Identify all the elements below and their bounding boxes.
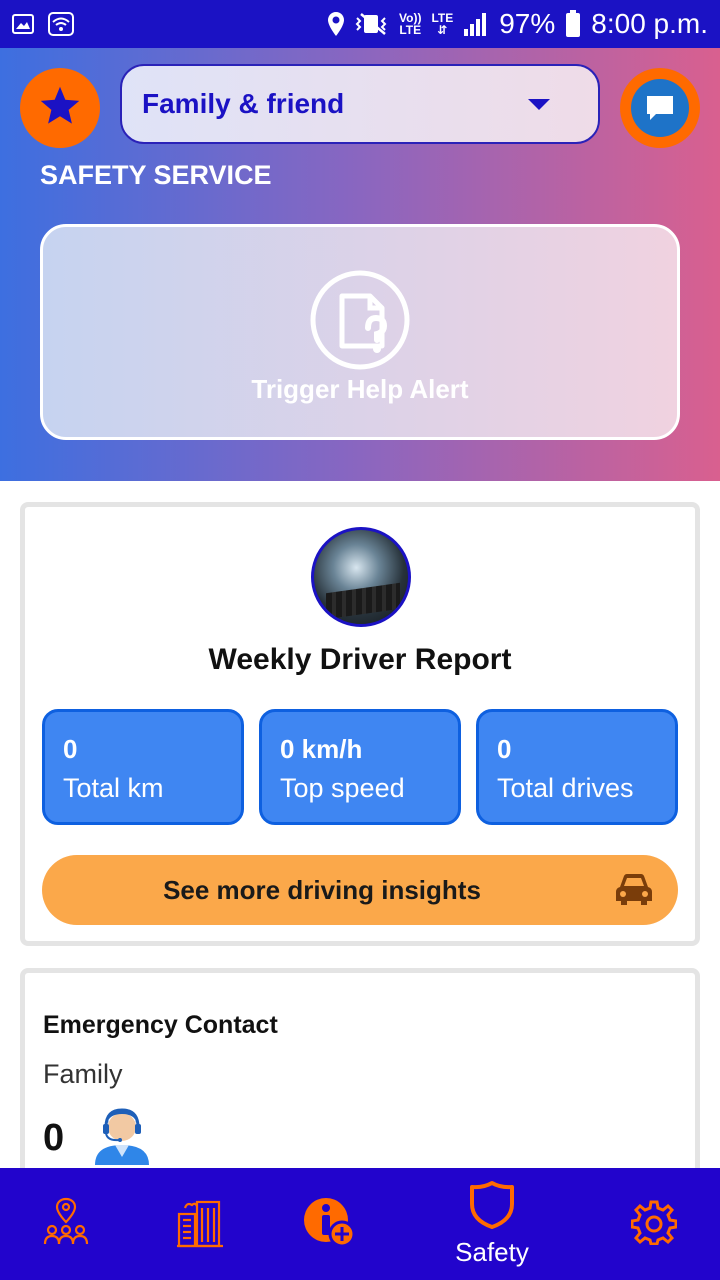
bottom-navigation: Safety (0, 1168, 720, 1280)
help-document-icon (310, 270, 410, 370)
emergency-contact-title: Emergency Contact (43, 1011, 278, 1039)
location-icon (327, 11, 345, 37)
group-select-value: Family & friend (142, 88, 345, 119)
battery-icon (565, 10, 581, 38)
info-add-icon (302, 1196, 358, 1253)
chat-button[interactable] (620, 68, 700, 148)
nav-safety-label: Safety (455, 1237, 529, 1267)
driving-insights-button[interactable]: See more driving insights (42, 855, 678, 925)
stat-total-drives[interactable]: 0 Total drives (476, 709, 678, 825)
section-title: SAFETY SERVICE (40, 160, 272, 190)
nav-buildings[interactable] (170, 1168, 230, 1280)
report-title: Weekly Driver Report (208, 643, 512, 676)
nav-people-location[interactable] (28, 1168, 104, 1280)
emergency-contact-group: Family (43, 1059, 123, 1089)
clock: 8:00 p.m. (591, 8, 708, 39)
nav-settings[interactable] (626, 1168, 682, 1280)
stat-total-km[interactable]: 0 Total km (42, 709, 244, 825)
favorite-button[interactable] (20, 68, 100, 148)
gallery-icon (12, 13, 34, 35)
driver-avatar (311, 527, 411, 627)
support-agent-icon[interactable] (91, 1107, 153, 1165)
stat-label: Total drives (497, 773, 634, 803)
chat-icon (631, 79, 689, 137)
trigger-help-alert-button[interactable]: Trigger Help Alert (40, 224, 680, 440)
vibrate-mute-icon (355, 12, 389, 36)
star-icon (38, 84, 82, 133)
weekly-driver-report-card: Weekly Driver Report 0 Total km 0 km/h T… (20, 502, 700, 946)
signal-icon (463, 11, 489, 37)
status-bar: Vo)) LTE LTE ⇵ 97% 8:00 p.m. (0, 0, 720, 48)
people-location-icon (42, 1196, 90, 1253)
trigger-help-alert-label: Trigger Help Alert (251, 373, 469, 404)
gear-icon (630, 1199, 678, 1250)
nav-safety[interactable]: Safety (440, 1168, 544, 1280)
shield-icon (469, 1180, 515, 1235)
car-icon (614, 871, 654, 907)
lte-indicator: LTE ⇵ (431, 11, 454, 37)
buildings-icon (175, 1196, 225, 1253)
driving-insights-label: See more driving insights (163, 874, 481, 905)
chevron-down-icon (528, 98, 550, 110)
wifi-call-icon (48, 12, 74, 36)
nav-info-add[interactable] (300, 1168, 360, 1280)
stat-label: Total km (63, 773, 164, 803)
volte-indicator: Vo)) LTE (399, 11, 422, 37)
stat-value: 0 km/h (280, 734, 363, 764)
emergency-contact-count: 0 (43, 1117, 65, 1159)
stat-value: 0 (63, 734, 78, 764)
stat-label: Top speed (280, 773, 405, 803)
stat-value: 0 (497, 734, 512, 764)
stat-top-speed[interactable]: 0 km/h Top speed (259, 709, 461, 825)
safety-header: Family & friend SAFETY SERVICE Trigger H… (0, 48, 720, 481)
battery-percent: 97% (499, 8, 556, 39)
group-select[interactable]: Family & friend (120, 64, 600, 144)
